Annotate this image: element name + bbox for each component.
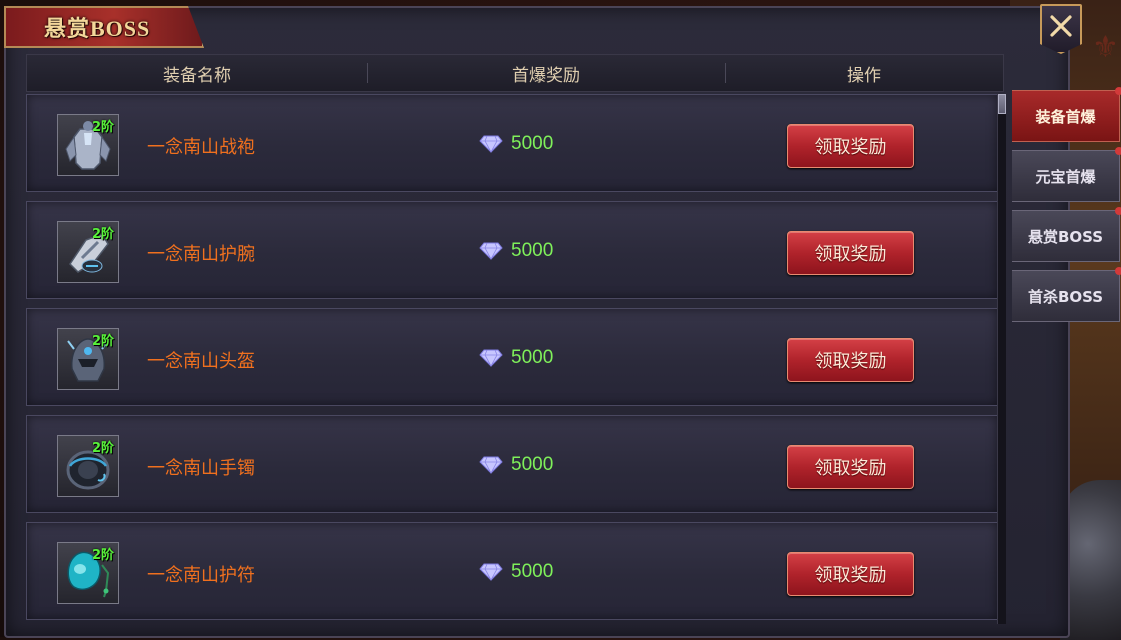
side-tab-ingot-first-drop[interactable]: 元宝首爆 (1012, 147, 1121, 202)
equipment-list: 2阶 一念南山战袍 5000 领取奖励 2阶 一念南山护腕 5000 领取奖励 (26, 94, 998, 624)
item-name: 一念南山手镯 (147, 458, 255, 478)
side-tab-label: 装备首爆 (1035, 107, 1096, 126)
side-tab-label: 首杀BOSS (1027, 287, 1104, 306)
claim-reward-button[interactable]: 领取奖励 (787, 338, 914, 382)
item-name: 一念南山战袍 (147, 137, 255, 157)
list-scrollbar[interactable] (997, 94, 1006, 624)
table-row: 2阶 一念南山护腕 5000 领取奖励 (26, 201, 998, 299)
table-row: 2阶 一念南山护符 5000 领取奖励 (26, 522, 998, 620)
item-name: 一念南山护腕 (147, 244, 255, 264)
column-header-reward: 首爆奖励 (512, 65, 580, 85)
diamond-icon (479, 456, 503, 474)
table-row: 2阶 一念南山战袍 5000 领取奖励 (26, 94, 998, 192)
close-button[interactable] (1040, 4, 1082, 54)
header-divider (367, 63, 368, 83)
close-icon (1050, 15, 1072, 37)
side-tab-equipment-first-drop[interactable]: 装备首爆 (1012, 87, 1121, 142)
reward-amount: 5000 (511, 240, 554, 261)
notification-dot (1115, 147, 1121, 155)
item-name: 一念南山护符 (147, 565, 255, 585)
claim-reward-button[interactable]: 领取奖励 (787, 231, 914, 275)
item-slot[interactable]: 2阶 (57, 114, 119, 176)
item-slot[interactable]: 2阶 (57, 542, 119, 604)
reward-amount: 5000 (511, 561, 554, 582)
column-header-action: 操作 (847, 65, 881, 85)
item-slot[interactable]: 2阶 (57, 328, 119, 390)
header-divider (725, 63, 726, 83)
reward-amount: 5000 (511, 133, 554, 154)
side-tab-label: 悬赏BOSS (1027, 227, 1104, 246)
notification-dot (1115, 267, 1121, 275)
claim-reward-button[interactable]: 领取奖励 (787, 445, 914, 489)
diamond-icon (479, 135, 503, 153)
reward-amount: 5000 (511, 347, 554, 368)
item-slot[interactable]: 2阶 (57, 435, 119, 497)
tier-label: 2阶 (92, 441, 115, 456)
tier-label: 2阶 (92, 227, 115, 242)
scrollbar-thumb[interactable] (998, 94, 1006, 114)
diamond-icon (479, 563, 503, 581)
table-row: 2阶 一念南山头盔 5000 领取奖励 (26, 308, 998, 406)
window-title-tab: 悬赏BOSS (4, 6, 204, 48)
diamond-icon (479, 349, 503, 367)
side-tab-bounty-boss[interactable]: 悬赏BOSS (1012, 207, 1121, 262)
window-title: 悬赏BOSS (44, 16, 151, 41)
tier-label: 2阶 (92, 334, 115, 349)
item-slot[interactable]: 2阶 (57, 221, 119, 283)
column-header-name: 装备名称 (163, 65, 231, 85)
table-header: 装备名称 首爆奖励 操作 (26, 54, 1004, 92)
tier-label: 2阶 (92, 120, 115, 135)
claim-reward-button[interactable]: 领取奖励 (787, 124, 914, 168)
claim-reward-button[interactable]: 领取奖励 (787, 552, 914, 596)
item-name: 一念南山头盔 (147, 351, 255, 371)
side-tab-first-kill-boss[interactable]: 首杀BOSS (1012, 267, 1121, 322)
notification-dot (1115, 87, 1121, 95)
tier-label: 2阶 (92, 548, 115, 563)
notification-dot (1115, 207, 1121, 215)
diamond-icon (479, 242, 503, 260)
background-decoration: ⚜ (1092, 30, 1119, 65)
side-tab-label: 元宝首爆 (1035, 167, 1096, 186)
reward-amount: 5000 (511, 454, 554, 475)
table-row: 2阶 一念南山手镯 5000 领取奖励 (26, 415, 998, 513)
